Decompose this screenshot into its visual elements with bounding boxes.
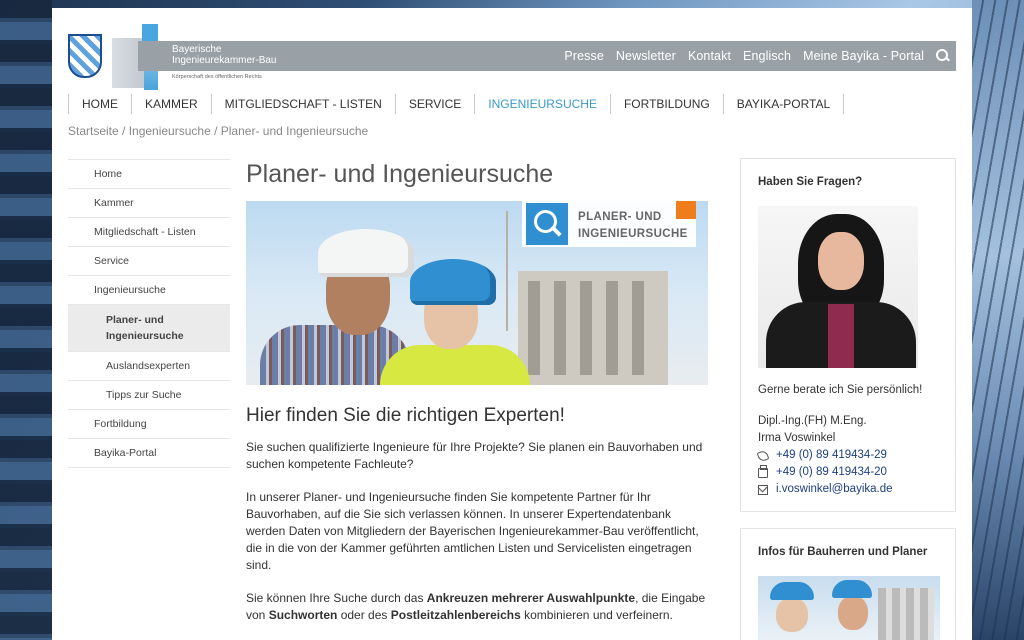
paragraph: Sie können Ihre Suche durch das Ankreuze… (246, 591, 706, 622)
background-building-left (0, 0, 52, 640)
sidebar-item-planer-ingenieursuche[interactable]: Planer- und Ingenieursuche (68, 304, 230, 351)
sidebar-item-ingenieursuche[interactable]: Ingenieursuche (68, 275, 230, 304)
info-box-image[interactable] (758, 576, 940, 640)
sidebar-item-service[interactable]: Service (68, 246, 230, 275)
contact-box-title: Haben Sie Fragen? (758, 176, 863, 188)
page-title: Planer- und Ingenieursuche (246, 160, 554, 188)
sidebar-item-fortbildung[interactable]: Fortbildung (68, 409, 230, 438)
contact-portrait (758, 206, 918, 368)
topnav-englisch[interactable]: Englisch (743, 49, 791, 63)
topnav-presse[interactable]: Presse (564, 49, 604, 63)
info-box: Infos für Bauherren und Planer (740, 528, 956, 640)
background-building-right (972, 0, 1024, 640)
search-icon[interactable] (936, 49, 950, 63)
contact-name: Irma Voswinkel (758, 432, 836, 444)
sidebar: Home Kammer Mitgliedschaft - Listen Serv… (68, 159, 230, 468)
nav-ingenieursuche[interactable]: INGENIEURSUCHE (474, 94, 610, 114)
mail-icon (758, 484, 768, 495)
nav-home[interactable]: HOME (68, 94, 131, 114)
contact-phone[interactable]: +49 (0) 89 419434-29 (756, 447, 938, 464)
orange-square (676, 201, 696, 219)
section-heading: Hier finden Sie die richtigen Experten! (246, 405, 565, 426)
hero-image: PLANER- UND INGENIEURSUCHE (246, 201, 708, 385)
info-box-title: Infos für Bauherren und Planer (758, 546, 928, 558)
sidebar-item-kammer[interactable]: Kammer (68, 188, 230, 217)
sidebar-item-home[interactable]: Home (68, 159, 230, 188)
brand-name: Bayerische Ingenieurekammer-Bau (172, 44, 277, 66)
brand-tagline: Körperschaft des öffentlichen Rechts (172, 74, 262, 80)
main-navigation: HOME KAMMER MITGLIEDSCHAFT - LISTEN SERV… (68, 94, 845, 114)
paragraph: In unserer Planer- und Ingenieursuche fi… (246, 490, 699, 572)
nav-fortbildung[interactable]: FORTBILDUNG (609, 94, 723, 114)
sidebar-item-tipps[interactable]: Tipps zur Suche (68, 380, 230, 409)
sidebar-item-bayika-portal[interactable]: Bayika-Portal (68, 438, 230, 468)
nav-service[interactable]: SERVICE (394, 94, 474, 114)
nav-mitgliedschaft[interactable]: MITGLIEDSCHAFT - LISTEN (210, 94, 395, 114)
paragraph: Sie suchen qualifizierte Ingenieure für … (246, 440, 703, 471)
engineer-figure (376, 249, 530, 385)
contact-box: Haben Sie Fragen? Gerne berate ich Sie p… (740, 158, 956, 512)
nav-bayika-portal[interactable]: BAYIKA-PORTAL (722, 94, 845, 114)
page: Bayerische Ingenieurekammer-Bau Körpersc… (52, 8, 972, 640)
breadcrumb[interactable]: Startseite / Ingenieursuche / Planer- un… (68, 124, 368, 138)
contact-degree: Dipl.-Ing.(FH) M.Eng. (758, 415, 867, 427)
phone-icon (756, 449, 770, 462)
hero-badge: PLANER- UND INGENIEURSUCHE (522, 201, 696, 247)
topnav-kontakt[interactable]: Kontakt (688, 49, 731, 63)
sidebar-item-auslandsexperten[interactable]: Auslandsexperten (68, 351, 230, 380)
sidebar-item-mitgliedschaft[interactable]: Mitgliedschaft - Listen (68, 217, 230, 246)
contact-intro: Gerne berate ich Sie persönlich! (758, 384, 923, 396)
topnav-newsletter[interactable]: Newsletter (616, 49, 676, 63)
magnifier-icon (526, 203, 568, 245)
nav-kammer[interactable]: KAMMER (131, 94, 211, 114)
printer-icon (758, 464, 768, 478)
bavarian-crest-icon (68, 34, 102, 78)
main-content: Planer- und Ingenieursuche PLANER- UND I… (246, 158, 710, 640)
top-navigation: Presse Newsletter Kontakt Englisch Meine… (564, 49, 924, 63)
topnav-portal[interactable]: Meine Bayika - Portal (803, 49, 924, 63)
contact-fax[interactable]: +49 (0) 89 419434-20 (758, 464, 938, 481)
contact-email[interactable]: i.voswinkel@bayika.de (758, 481, 938, 498)
